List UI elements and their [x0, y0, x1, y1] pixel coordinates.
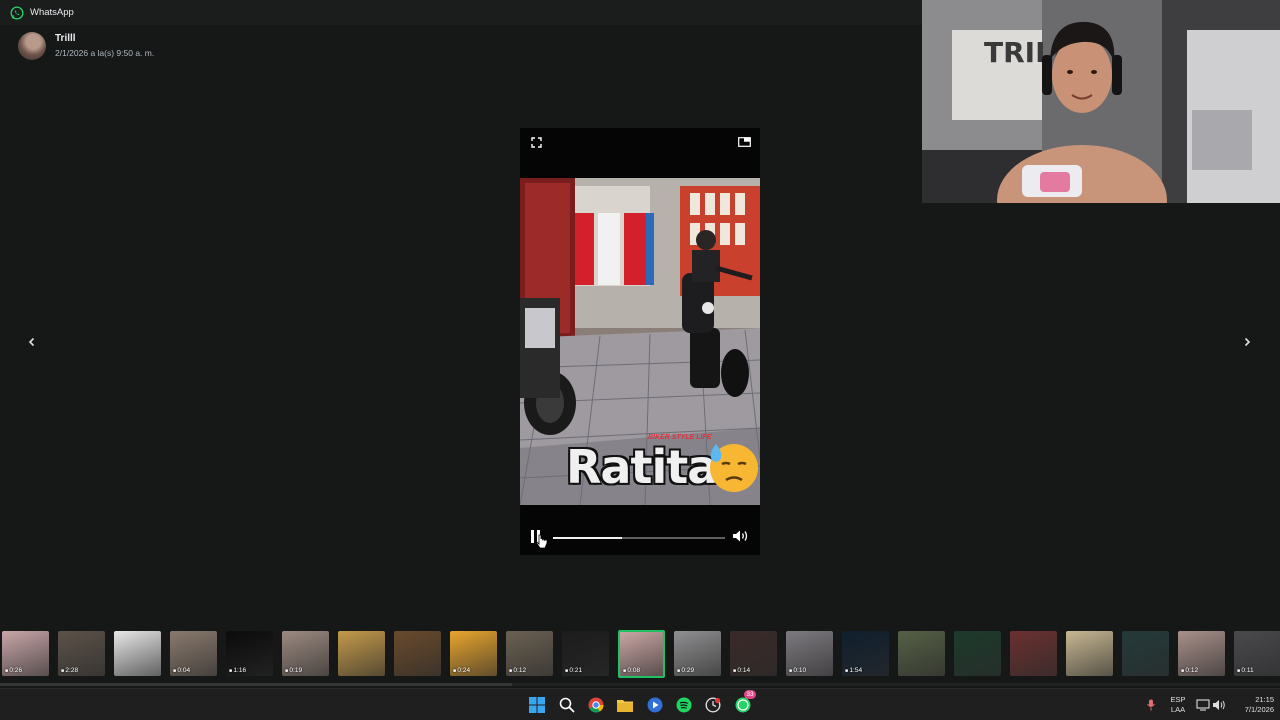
thumbnail-scrollbar[interactable] — [0, 683, 1280, 686]
system-clock[interactable]: 21:15 7/1/2026 — [1230, 695, 1274, 714]
whatsapp-logo-icon — [10, 6, 24, 19]
windows-start-button[interactable] — [527, 695, 547, 715]
picture-in-picture-icon — [737, 137, 751, 147]
speaker-icon[interactable] — [1212, 699, 1226, 711]
whatsapp-taskbar-button[interactable]: 33 — [733, 690, 756, 715]
clock-date: 7/1/2026 — [1244, 705, 1274, 714]
whatsapp-media-viewer: WhatsApp Trilll 2/1/2026 a la(s) 9:50 a.… — [0, 0, 1280, 720]
media-thumbnail[interactable] — [954, 631, 1001, 676]
thumbnail-duration: 0:26 — [5, 667, 22, 674]
media-thumbnail[interactable] — [1010, 631, 1057, 676]
webcam-image: TRILL — [922, 0, 1280, 203]
media-thumbnail[interactable]: 0:26 — [2, 631, 49, 676]
thumbnail-duration: 0:08 — [623, 667, 640, 674]
media-thumbnail-strip: 0:26 2:28 0:04 1:16 0:19 0:24 0:12 0:21 0:08 0:29… — [0, 627, 1280, 679]
media-thumbnail[interactable]: 0:29 — [674, 631, 721, 676]
chrome-taskbar-button[interactable] — [586, 695, 606, 715]
file-explorer-button[interactable] — [615, 695, 635, 715]
media-thumbnail[interactable]: 1:16 — [226, 631, 273, 676]
progress-fill — [553, 537, 622, 539]
media-thumbnail[interactable] — [394, 631, 441, 676]
media-thumbnail[interactable]: 0:19 — [282, 631, 329, 676]
keyboard-layout: LAA — [1170, 705, 1186, 714]
media-thumbnail[interactable]: 0:04 — [170, 631, 217, 676]
windows-taskbar: 33 ESP LAA 21:15 7/1/2026 — [0, 688, 1280, 720]
search-icon — [559, 697, 575, 713]
thumbnail-duration: 0:10 — [789, 667, 806, 674]
picture-in-picture-button[interactable] — [736, 134, 752, 150]
pause-icon — [531, 530, 534, 543]
media-thumbnail[interactable]: 0:24 — [450, 631, 497, 676]
file-explorer-icon — [617, 700, 633, 712]
video-controls — [520, 526, 760, 550]
volume-icon — [733, 530, 748, 542]
fullscreen-button[interactable] — [528, 134, 544, 150]
thumbnail-duration: 0:04 — [173, 667, 190, 674]
mouse-cursor-icon — [536, 534, 548, 549]
media-thumbnail[interactable]: 2:28 — [58, 631, 105, 676]
thumbnail-duration: 0:19 — [285, 667, 302, 674]
media-thumbnail[interactable] — [1066, 631, 1113, 676]
video-caption: Ratita — [566, 440, 718, 494]
media-thumbnail[interactable]: 0:12 — [506, 631, 553, 676]
fullscreen-icon — [530, 136, 542, 148]
thumbnail-duration: 0:14 — [733, 667, 750, 674]
thumbnail-duration: 0:12 — [1181, 667, 1198, 674]
media-thumbnail[interactable]: 0:08 — [618, 630, 665, 678]
video-player[interactable]: BIKER STYLE LIFE Ratita — [520, 128, 760, 555]
language-indicator[interactable]: ESP LAA — [1166, 695, 1190, 714]
media-thumbnail[interactable]: 0:10 — [786, 631, 833, 676]
media-thumbnail[interactable] — [338, 631, 385, 676]
media-player-button[interactable] — [645, 695, 665, 715]
network-icon[interactable] — [1196, 699, 1210, 711]
media-thumbnail[interactable] — [898, 631, 945, 676]
app-title: WhatsApp — [30, 7, 74, 18]
thumbnail-duration: 0:24 — [453, 667, 470, 674]
video-frame[interactable]: BIKER STYLE LIFE Ratita — [520, 178, 760, 505]
thumbnail-duration: 0:21 — [565, 667, 582, 674]
language-code: ESP — [1170, 695, 1186, 704]
previous-media-button[interactable] — [22, 332, 42, 352]
media-thumbnail[interactable]: 1:54 — [842, 631, 889, 676]
thumbnail-duration: 0:29 — [677, 667, 694, 674]
microphone-icon[interactable] — [1146, 699, 1156, 711]
whatsapp-unread-badge: 33 — [744, 690, 756, 699]
media-player-icon — [647, 697, 663, 713]
volume-button[interactable] — [732, 529, 752, 545]
thumbnail-duration: 1:16 — [229, 667, 246, 674]
spotify-button[interactable] — [674, 695, 694, 715]
thumbnail-duration: 0:12 — [509, 667, 526, 674]
thumbnail-duration: 2:28 — [61, 667, 78, 674]
media-thumbnail[interactable]: 0:21 — [562, 631, 609, 676]
chevron-right-icon — [1244, 337, 1251, 347]
clock-app-icon — [705, 697, 721, 713]
chevron-left-icon — [28, 337, 35, 347]
media-thumbnail[interactable] — [1122, 631, 1169, 676]
clock-time: 21:15 — [1255, 695, 1274, 704]
search-button[interactable] — [557, 695, 577, 715]
thumbnail-duration: 0:11 — [1237, 667, 1253, 674]
media-thumbnail[interactable]: 0:14 — [730, 631, 777, 676]
clock-app-button[interactable] — [703, 695, 723, 715]
next-media-button[interactable] — [1237, 332, 1257, 352]
message-timestamp: 2/1/2026 a la(s) 9:50 a. m. — [55, 48, 155, 58]
progress-bar[interactable] — [553, 537, 725, 539]
chrome-icon — [588, 697, 604, 713]
thumbnail-duration: 1:54 — [845, 667, 862, 674]
media-thumbnail[interactable]: 0:12 — [1178, 631, 1225, 676]
sweat-emoji-icon — [710, 444, 758, 492]
windows-start-icon — [529, 697, 545, 713]
media-thumbnail[interactable] — [114, 631, 161, 676]
sender-header: Trilll 2/1/2026 a la(s) 9:50 a. m. — [18, 32, 154, 60]
spotify-icon — [676, 697, 692, 713]
sender-name: Trilll — [55, 33, 76, 44]
media-thumbnail[interactable]: 0:11 — [1234, 631, 1280, 676]
avatar[interactable] — [18, 32, 46, 60]
webcam-overlay: TRILL — [922, 0, 1280, 203]
